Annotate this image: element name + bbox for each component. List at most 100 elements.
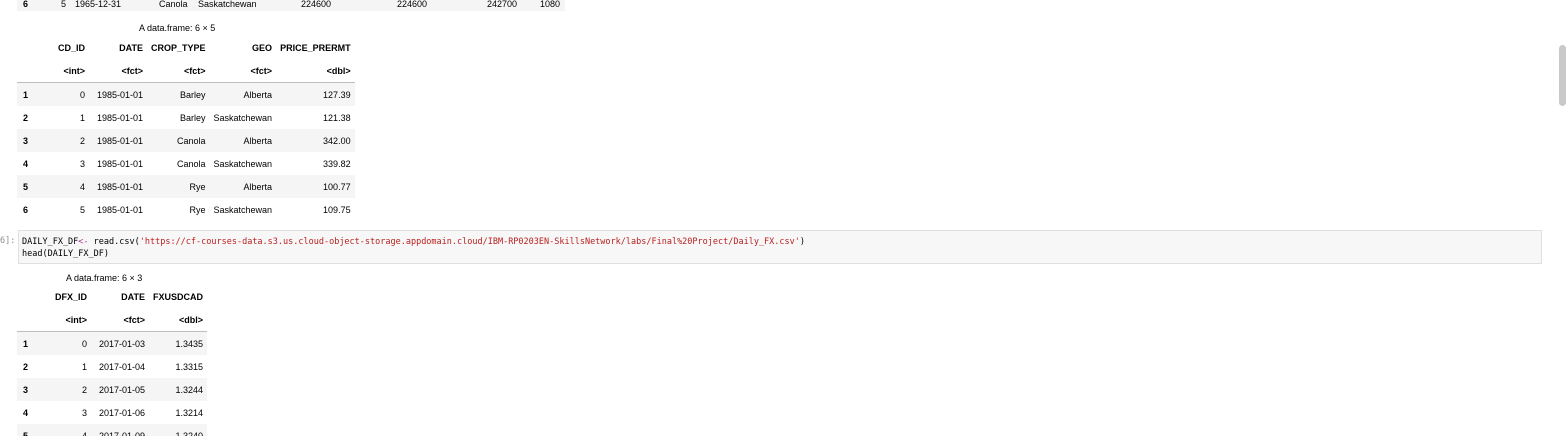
table-cell: 4 bbox=[81, 430, 87, 436]
table-caption: A data.frame: 6 × 5 bbox=[139, 23, 216, 33]
table-cell: Canola bbox=[176, 158, 206, 169]
table-cell: Alberta bbox=[243, 135, 273, 146]
column-type: <dbl> bbox=[149, 308, 208, 332]
column-header: DATE bbox=[121, 291, 145, 302]
table-row: 1 0 1985-01-01 Barley Alberta 127.39 bbox=[17, 82, 355, 106]
column-type: <fct> bbox=[91, 308, 149, 332]
table-cell: 224600 bbox=[397, 0, 428, 9]
table-cell: 224600 bbox=[301, 0, 332, 9]
table-cell: 2 bbox=[79, 135, 85, 146]
table-cell: Rye bbox=[189, 204, 206, 215]
cell-prompt: 6]: bbox=[0, 236, 16, 246]
table-cell: Saskatchewan bbox=[213, 112, 273, 123]
column-type bbox=[17, 308, 43, 332]
table-cell: 339.82 bbox=[323, 158, 351, 169]
table-cell: 0 bbox=[81, 338, 87, 349]
vertical-scrollbar-thumb[interactable] bbox=[1559, 45, 1566, 106]
table-cell: 242700 bbox=[487, 0, 518, 9]
table-cell: 1 bbox=[79, 112, 85, 123]
column-type: <int> bbox=[43, 308, 91, 332]
table-row: 5 4 1985-01-01 Rye Alberta 100.77 bbox=[17, 175, 355, 198]
table-cell: 1.3240 bbox=[175, 430, 204, 436]
table-cell: 121.38 bbox=[323, 112, 351, 123]
partial-table-row: 6 5 1965-12-31 Canola Saskatchewan 22460… bbox=[17, 0, 565, 11]
row-index: 5 bbox=[23, 430, 29, 436]
row-index: 2 bbox=[23, 112, 29, 123]
crop-data-table: CD_ID DATE CROP_TYPE GEO PRICE_PRERMT <i… bbox=[17, 36, 355, 221]
table-cell: 1.3244 bbox=[175, 384, 204, 395]
table-cell: 2017-01-09 bbox=[98, 430, 145, 436]
notebook-output-area: 6 5 1965-12-31 Canola Saskatchewan 22460… bbox=[0, 0, 1568, 436]
table-caption: A data.frame: 6 × 3 bbox=[66, 273, 143, 283]
code-line: head(DAILY_FX_DF) bbox=[22, 249, 109, 259]
row-index: 6 bbox=[23, 0, 29, 9]
column-header: CROP_TYPE bbox=[151, 42, 206, 53]
row-index: 2 bbox=[23, 361, 29, 372]
table-row: 4 3 2017-01-06 1.3214 bbox=[17, 401, 208, 424]
table-cell: 5 bbox=[79, 204, 85, 215]
column-header bbox=[17, 36, 43, 59]
table-cell: 1 bbox=[81, 361, 87, 372]
column-header: FXUSDCAD bbox=[153, 291, 204, 302]
column-header: GEO bbox=[252, 42, 273, 53]
table-cell: 4 bbox=[79, 181, 85, 192]
table-cell: 0 bbox=[79, 89, 85, 100]
code-string: 'https://cf-courses-data.s3.us.cloud-obj… bbox=[139, 237, 800, 247]
column-type: <dbl> bbox=[276, 59, 355, 83]
table-cell: 1.3435 bbox=[175, 338, 204, 349]
table-cell: 3 bbox=[79, 158, 85, 169]
table-row: 3 2 2017-01-05 1.3244 bbox=[17, 378, 208, 401]
column-header bbox=[17, 285, 43, 308]
code-token: ) bbox=[799, 237, 806, 247]
table-row: 3 2 1985-01-01 Canola Alberta 342.00 bbox=[17, 129, 355, 152]
table-cell: 1080 bbox=[540, 0, 561, 9]
code-token: <- bbox=[78, 237, 89, 247]
row-index: 4 bbox=[23, 158, 29, 169]
row-index: 6 bbox=[23, 204, 29, 215]
table-cell: 2017-01-04 bbox=[98, 361, 145, 372]
fx-data-table: DFX_ID DATE FXUSDCAD <int> <fct> <dbl> 1… bbox=[17, 285, 208, 436]
table-cell: 100.77 bbox=[323, 181, 351, 192]
code-token: DAILY_FX_DF bbox=[22, 237, 79, 247]
column-header: DATE bbox=[119, 42, 143, 53]
table-cell: 2 bbox=[81, 384, 87, 395]
table-cell: 127.39 bbox=[323, 89, 351, 100]
table-cell: 1985-01-01 bbox=[96, 135, 143, 146]
table-row: 1 0 2017-01-03 1.3435 bbox=[17, 331, 208, 355]
row-index: 1 bbox=[23, 89, 29, 100]
table-row: 5 4 2017-01-09 1.3240 bbox=[17, 424, 208, 436]
row-index: 5 bbox=[23, 181, 29, 192]
column-header: PRICE_PRERMT bbox=[280, 42, 351, 53]
row-index: 1 bbox=[23, 338, 29, 349]
table-cell: 109.75 bbox=[323, 204, 351, 215]
column-header: DFX_ID bbox=[54, 291, 87, 302]
table-cell: 2017-01-05 bbox=[98, 384, 145, 395]
code-cell-editor[interactable]: DAILY_FX_DF<- read.csv('https://cf-cours… bbox=[18, 230, 1542, 264]
table-cell: Saskatchewan bbox=[213, 158, 273, 169]
table-cell: Rye bbox=[189, 181, 206, 192]
table-cell: 5 bbox=[61, 0, 67, 9]
table-cell: 1985-01-01 bbox=[96, 158, 143, 169]
table-cell: 1985-01-01 bbox=[96, 204, 143, 215]
table-cell: Canola bbox=[159, 0, 188, 9]
table-cell: 2017-01-03 bbox=[98, 338, 145, 349]
table-cell: Alberta bbox=[243, 89, 273, 100]
table-row: 2 1 1985-01-01 Barley Saskatchewan 121.3… bbox=[17, 106, 355, 129]
table-cell: 342.00 bbox=[323, 135, 351, 146]
table-cell: 2017-01-06 bbox=[98, 407, 145, 418]
column-type: <int> bbox=[43, 59, 89, 83]
table-cell: Saskatchewan bbox=[213, 204, 273, 215]
table-cell: 1985-01-01 bbox=[96, 89, 143, 100]
table-cell: Saskatchewan bbox=[198, 0, 257, 9]
row-index: 3 bbox=[23, 135, 29, 146]
column-header: CD_ID bbox=[57, 42, 85, 53]
table-cell: 1.3315 bbox=[175, 361, 204, 372]
table-cell: Barley bbox=[180, 89, 206, 100]
row-index: 3 bbox=[23, 384, 29, 395]
table-cell: Barley bbox=[180, 112, 206, 123]
column-type: <fct> bbox=[147, 59, 210, 83]
row-index: 4 bbox=[23, 407, 29, 418]
code-token: read.csv( bbox=[88, 237, 140, 247]
table-cell: Alberta bbox=[243, 181, 273, 192]
table-cell: 1985-01-01 bbox=[96, 112, 143, 123]
